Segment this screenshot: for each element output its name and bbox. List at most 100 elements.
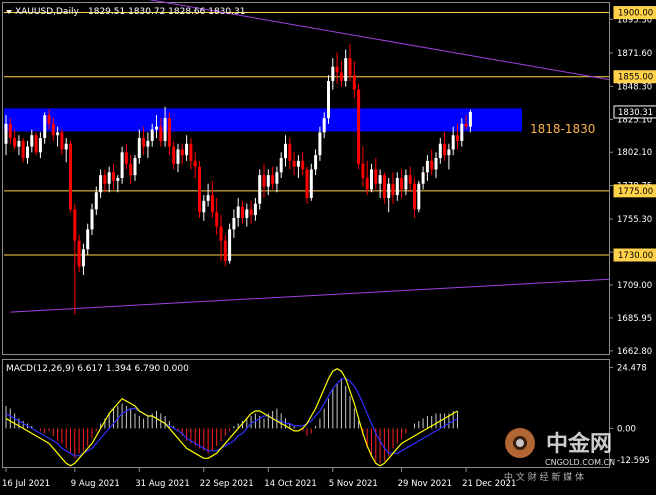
candle-body <box>163 118 167 141</box>
date-tick-label: 29 Nov 2021 <box>398 479 452 489</box>
candle-body <box>245 209 249 218</box>
candle-body <box>305 169 309 198</box>
macd-label: MACD(12,26,9) 6.617 1.394 6.790 0.000 <box>6 364 189 374</box>
level-tag-label: 1730.00 <box>618 251 653 261</box>
candle-body <box>13 138 17 147</box>
price-tick-label: 1662.80 <box>617 347 652 357</box>
candle-body <box>352 75 356 90</box>
candle-body <box>279 158 283 173</box>
candle-body <box>413 183 416 210</box>
candle-body <box>142 138 146 147</box>
zone-rect-1818-1830 <box>4 108 522 132</box>
watermark-brand: 中金网 <box>546 431 612 457</box>
candle-body <box>73 209 77 241</box>
candle-body <box>167 118 171 147</box>
candle-body <box>327 81 330 119</box>
candle-body <box>361 163 365 179</box>
candle-body <box>417 183 421 210</box>
date-tick-label: 22 Sep 2021 <box>200 479 254 489</box>
symbol-label: XAUUSD,Daily <box>15 7 79 17</box>
header: XAUUSD,Daily 1829.51 1830.72 1828.66 183… <box>6 7 245 17</box>
level-tag-label: 1900.00 <box>618 9 653 19</box>
price-tick-label: 1848.30 <box>617 82 652 92</box>
candle-body <box>124 152 128 164</box>
candle-body <box>26 146 29 159</box>
candle-body <box>378 175 382 184</box>
price-tick-label: 1755.30 <box>617 215 652 225</box>
candle-body <box>94 192 98 210</box>
candle-body <box>391 183 395 196</box>
date-tick-label: 14 Oct 2021 <box>264 479 317 489</box>
candle-body <box>56 132 60 136</box>
zone-layer <box>4 108 522 132</box>
candle-body <box>17 140 21 147</box>
candle-body <box>382 175 386 198</box>
candle-body <box>296 160 300 167</box>
candle-body <box>314 155 318 170</box>
candle-body <box>64 143 68 150</box>
candle-body <box>421 172 425 184</box>
chart-canvas: 1895.301871.601848.301825.101802.101778.… <box>0 0 656 495</box>
candle-body <box>129 163 133 176</box>
candle-body <box>202 200 206 213</box>
candle-body <box>464 123 468 127</box>
candle-body <box>451 135 455 150</box>
candle-body <box>150 129 154 141</box>
candle-body <box>288 143 292 161</box>
candle-body <box>228 229 232 261</box>
candle-body <box>198 166 201 213</box>
candle-body <box>253 203 257 216</box>
date-tick-label: 9 Aug 2021 <box>71 479 120 489</box>
price-tick-label: 1802.10 <box>617 148 652 158</box>
candle-body <box>284 143 287 159</box>
candle-body <box>357 89 361 164</box>
candle-body <box>8 123 12 139</box>
candle-body <box>112 172 115 181</box>
candle-body <box>443 143 447 156</box>
candle-body <box>38 138 42 153</box>
candle-body <box>60 132 64 150</box>
candle-body <box>90 209 94 230</box>
candle-body <box>331 66 335 82</box>
candle-body <box>21 140 25 159</box>
watermark-slogan: 中 文 财 经 新 媒 体 <box>504 471 584 483</box>
candle-body <box>404 175 408 190</box>
candle-body <box>292 160 296 167</box>
candle-body <box>425 160 429 173</box>
candle-body <box>189 143 193 161</box>
candle-body <box>400 178 404 190</box>
candle-body <box>318 132 322 156</box>
candle-body <box>374 169 378 184</box>
candle-body <box>365 178 369 190</box>
candle-body <box>348 58 352 76</box>
candle-body <box>172 146 176 164</box>
candle-body <box>81 249 85 267</box>
candle-body <box>434 158 438 170</box>
candle-body <box>116 178 120 181</box>
candle-body <box>468 111 472 127</box>
candle-body <box>43 115 47 139</box>
candle-body <box>335 66 339 73</box>
candle-body <box>185 143 189 156</box>
candle-body <box>99 175 103 193</box>
price-tick-label: 1685.95 <box>617 314 652 324</box>
candle-body <box>137 138 141 159</box>
candle-body <box>193 160 197 167</box>
candle-body <box>271 175 275 184</box>
candle-body <box>180 149 184 156</box>
candle-body <box>210 195 214 213</box>
candle-body <box>430 160 434 170</box>
candle-body <box>232 217 236 230</box>
candle-body <box>133 158 137 176</box>
price-tick-label: 1871.60 <box>617 49 652 59</box>
candle-body <box>120 152 124 179</box>
candle-body <box>77 240 81 267</box>
candle-body <box>266 175 270 187</box>
candle-body <box>408 175 412 184</box>
date-tick-label: 5 Nov 2021 <box>329 479 378 489</box>
candle-body <box>219 226 223 241</box>
candle-body <box>223 240 227 261</box>
candle-body <box>155 126 158 130</box>
candle-body <box>344 58 348 82</box>
candle-body <box>309 169 313 198</box>
